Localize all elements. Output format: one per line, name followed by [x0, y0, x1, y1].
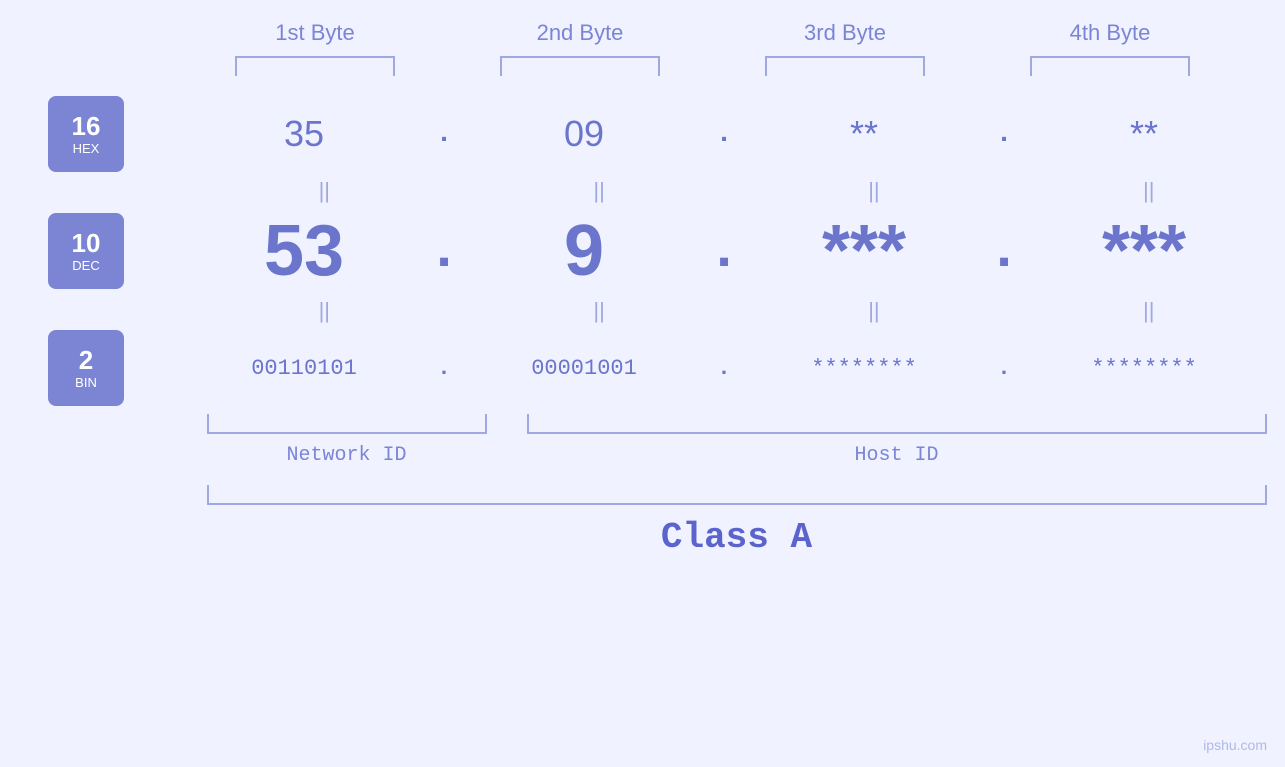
byte-headers: 1st Byte 2nd Byte 3rd Byte 4th Byte	[183, 20, 1243, 46]
bin-dot-1: .	[424, 356, 464, 381]
top-brackets	[183, 56, 1243, 76]
eq-1-3: ||	[756, 178, 992, 204]
dec-badge-number: 10	[72, 229, 101, 258]
hex-badge-label: HEX	[73, 141, 100, 156]
bin-val-1: 00110101	[184, 356, 424, 381]
bin-badge-label: BIN	[75, 375, 97, 390]
eq-row-2: || || || ||	[207, 298, 1267, 324]
bracket-line-3	[765, 56, 925, 76]
byte2-header: 2nd Byte	[448, 20, 713, 46]
eq-1-1: ||	[207, 178, 443, 204]
class-label-row: Class A	[207, 517, 1267, 558]
eq-1-4: ||	[1031, 178, 1267, 204]
hex-val-1: 35	[184, 113, 424, 155]
dec-badge-label: DEC	[72, 258, 99, 273]
dec-dot-2: .	[704, 215, 744, 288]
bracket-line-1	[235, 56, 395, 76]
eq-2-1: ||	[207, 298, 443, 324]
bottom-labels: Network ID Host ID	[207, 444, 1267, 467]
bin-val-2: 00001001	[464, 356, 704, 381]
bin-dot-3: .	[984, 356, 1024, 381]
eq-1-2: ||	[481, 178, 717, 204]
dec-row: 10 DEC 53 . 9 . *** . ***	[0, 210, 1285, 292]
hex-val-2: 09	[464, 113, 704, 155]
dec-badge: 10 DEC	[48, 213, 124, 289]
bin-badge: 2 BIN	[48, 330, 124, 406]
top-bracket-2	[448, 56, 713, 76]
dec-dot-3: .	[984, 215, 1024, 288]
eq-2-2: ||	[481, 298, 717, 324]
byte1-header: 1st Byte	[183, 20, 448, 46]
main-container: 1st Byte 2nd Byte 3rd Byte 4th Byte 16 H…	[0, 0, 1285, 767]
dec-val-2: 9	[464, 210, 704, 292]
bin-val-3: ********	[744, 356, 984, 381]
hex-badge: 16 HEX	[48, 96, 124, 172]
bottom-area: Network ID Host ID Class A	[207, 414, 1267, 558]
hex-dot-1: .	[424, 119, 464, 150]
eq-2-4: ||	[1031, 298, 1267, 324]
eq-2-3: ||	[756, 298, 992, 324]
hex-badge-number: 16	[72, 112, 101, 141]
hex-dot-3: .	[984, 119, 1024, 150]
class-bracket-row	[207, 485, 1267, 505]
bin-dot-2: .	[704, 356, 744, 381]
hex-val-4: **	[1024, 113, 1264, 155]
dec-val-3: ***	[744, 210, 984, 292]
network-id-label: Network ID	[207, 444, 487, 467]
hex-val-3: **	[744, 113, 984, 155]
class-bracket	[207, 485, 1267, 505]
dec-dot-1: .	[424, 215, 464, 288]
bin-val-4: ********	[1024, 356, 1264, 381]
host-bracket	[527, 414, 1267, 434]
network-bracket	[207, 414, 487, 434]
bin-row: 2 BIN 00110101 . 00001001 . ******** . *…	[0, 330, 1285, 406]
top-bracket-1	[183, 56, 448, 76]
bracket-line-4	[1030, 56, 1190, 76]
byte4-header: 4th Byte	[978, 20, 1243, 46]
dec-values: 53 . 9 . *** . ***	[184, 210, 1285, 292]
dec-val-1: 53	[184, 210, 424, 292]
watermark: ipshu.com	[1203, 737, 1267, 753]
bracket-line-2	[500, 56, 660, 76]
bin-values: 00110101 . 00001001 . ******** . *******…	[184, 356, 1285, 381]
top-bracket-3	[713, 56, 978, 76]
host-id-label: Host ID	[527, 444, 1267, 467]
eq-row-1: || || || ||	[207, 178, 1267, 204]
byte3-header: 3rd Byte	[713, 20, 978, 46]
top-bracket-4	[978, 56, 1243, 76]
bottom-brackets	[207, 414, 1267, 434]
dec-val-4: ***	[1024, 210, 1264, 292]
class-label: Class A	[661, 517, 812, 558]
hex-dot-2: .	[704, 119, 744, 150]
hex-row: 16 HEX 35 . 09 . ** . **	[0, 96, 1285, 172]
bin-badge-number: 2	[79, 346, 93, 375]
hex-values: 35 . 09 . ** . **	[184, 113, 1285, 155]
